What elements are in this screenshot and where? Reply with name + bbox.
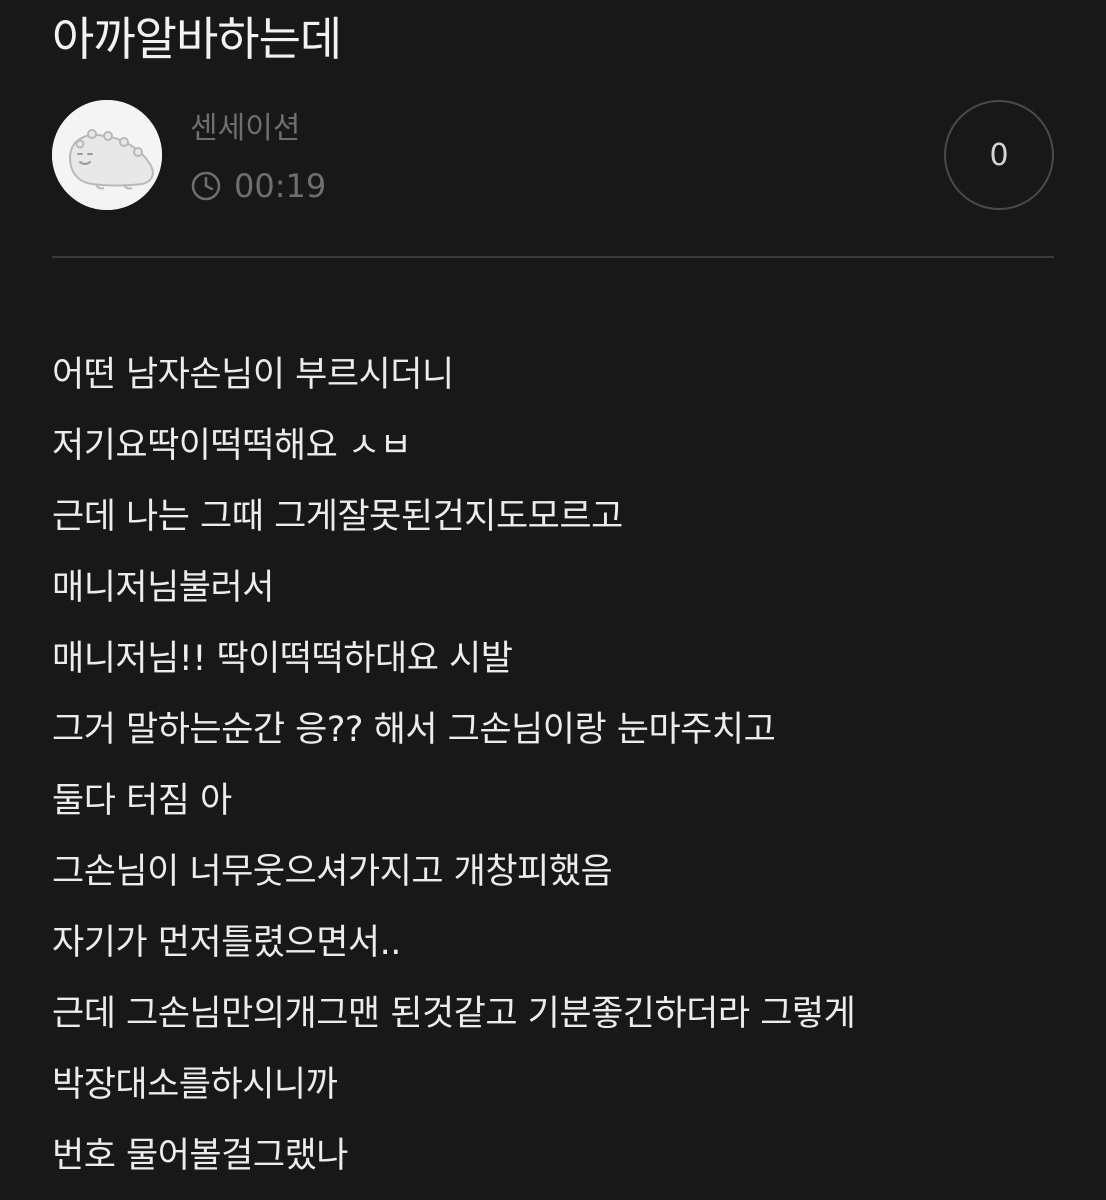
author-avatar[interactable] [52,100,162,210]
post-line: 그손님이 너무웃으셔가지고 개창피했음 [52,852,613,892]
like-count-value: 0 [989,137,1009,173]
post-line: 근데 나는 그때 그게잘못된건지도모르고 [52,497,623,537]
like-count-button[interactable]: 0 [944,100,1054,210]
post-line: 매니저님!! 딱이떡떡하대요 시발 [52,639,513,679]
post-line: 어떤 남자손님이 부르시더니 [52,355,454,395]
post-title: 아까알바하는데 [52,12,342,66]
author-name[interactable]: 센세이션 [190,108,300,150]
post-line: 매니저님불러서 [52,568,274,608]
post-line: 그거 말하는순간 응?? 해서 그손님이랑 눈마주치고 [52,710,776,750]
post-line: 둘다 터짐 아 [52,781,232,821]
post-line: 저기요딱이떡떡해요 ㅅㅂ [52,426,412,466]
author-row: 센세이션 00:19 0 [52,100,1054,212]
dinosaur-avatar-icon [52,100,162,210]
post-time-text: 00:19 [234,167,327,205]
post-line: 박장대소를하시니까 [52,1065,338,1105]
post-line: 번호 물어볼걸그랬나 [52,1136,348,1176]
post-time: 00:19 [190,164,326,208]
clock-icon [190,170,222,202]
divider [52,256,1054,258]
post-line: 근데 그손님만의개그맨 된것같고 기분좋긴하더라 그렇게 [52,994,856,1034]
post-line: 자기가 먼저틀렸으면서.. [52,923,401,963]
post-body: 어떤 남자손님이 부르시더니 저기요딱이떡떡해요 ㅅㅂ 근데 나는 그때 그게잘… [52,340,1082,1192]
